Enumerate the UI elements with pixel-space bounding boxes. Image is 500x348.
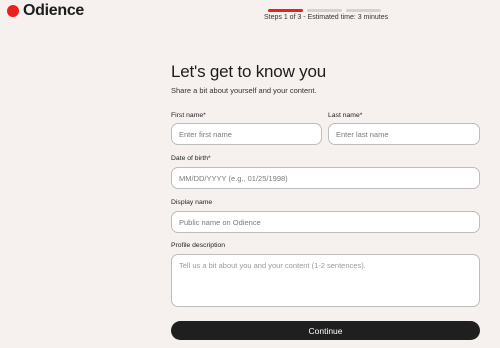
progress-text: Steps 1 of 3 - Estimated time: 3 minutes <box>264 14 389 21</box>
profile-description-placeholder: Tell us a bit about you and your content… <box>179 261 366 270</box>
first-name-label: First name* <box>171 112 206 119</box>
last-name-input[interactable]: Enter last name <box>328 123 480 145</box>
logo-text: Odience <box>23 2 85 19</box>
continue-button[interactable]: Continue <box>171 321 480 340</box>
progress-bar <box>268 9 381 12</box>
display-name-label: Display name <box>171 199 213 206</box>
page-subtitle: Share a bit about yourself and your cont… <box>171 86 317 95</box>
display-name-placeholder: Public name on Odience <box>179 217 261 227</box>
progress-step-3 <box>346 9 381 12</box>
first-name-group: First name* Enter first name <box>171 111 322 145</box>
profile-description-label: Profile description <box>171 242 226 249</box>
display-name-group: Display name Public name on Odience <box>171 198 480 233</box>
dob-label: Date of birth* <box>171 155 211 162</box>
first-name-input[interactable]: Enter first name <box>171 123 322 145</box>
dob-group: Date of birth* MM/DD/YYYY (e.g., 01/25/1… <box>171 154 480 189</box>
odience-logo[interactable]: Odience <box>7 3 84 19</box>
last-name-label: Last name* <box>328 112 363 119</box>
dob-input[interactable]: MM/DD/YYYY (e.g., 01/25/1998) <box>171 167 480 189</box>
profile-description-textarea[interactable]: Tell us a bit about you and your content… <box>171 254 480 307</box>
progress-step-1 <box>268 9 303 12</box>
last-name-placeholder: Enter last name <box>336 129 389 139</box>
dob-placeholder: MM/DD/YYYY (e.g., 01/25/1998) <box>179 173 288 183</box>
last-name-group: Last name* Enter last name <box>328 111 480 145</box>
page-title: Let's get to know you <box>171 62 326 81</box>
first-name-placeholder: Enter first name <box>179 129 232 139</box>
logo-dot-icon <box>7 5 19 17</box>
profile-form: Let's get to know you Share a bit about … <box>171 62 480 340</box>
display-name-input[interactable]: Public name on Odience <box>171 211 480 233</box>
progress-step-2 <box>307 9 342 12</box>
continue-button-label: Continue <box>308 325 343 336</box>
profile-description-group: Profile description Tell us a bit about … <box>171 241 480 307</box>
onboarding-page: Odience Steps 1 of 3 - Estimated time: 3… <box>0 0 500 348</box>
